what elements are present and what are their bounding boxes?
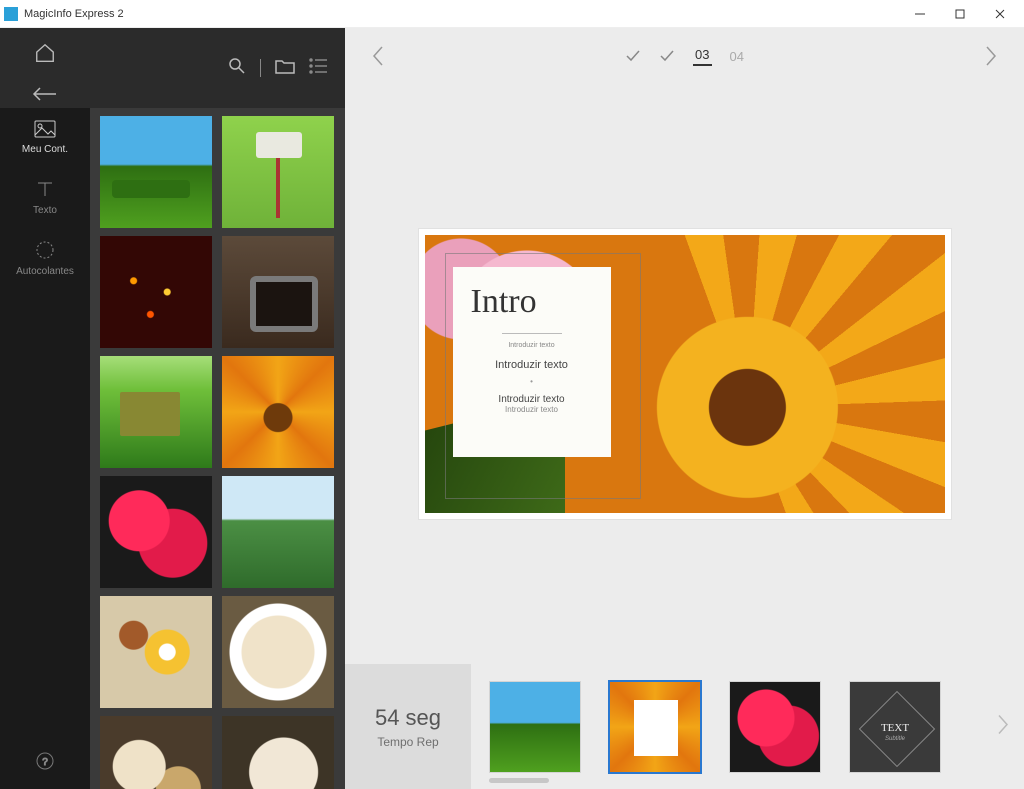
- sidebar-item-label: Autocolantes: [0, 266, 90, 277]
- next-slide-button[interactable]: [980, 45, 1002, 67]
- thumb-title: TITLE: [640, 712, 672, 720]
- thumb-subtitle: SUBTITLE: [640, 728, 672, 734]
- timeline-slide-thumb[interactable]: TEXT Subtitle: [849, 681, 941, 773]
- app-icon: [4, 7, 18, 21]
- asset-grid: [90, 108, 345, 789]
- sidebar-item-label: Meu Cont.: [0, 144, 90, 155]
- check-icon[interactable]: [625, 48, 641, 64]
- slide-text-placeholder[interactable]: Introduzir texto: [465, 405, 599, 414]
- timeline-strip: 54 seg Tempo Rep TITLE SUBTITLE TEXT Sub…: [345, 664, 1024, 789]
- window-title: MagicInfo Express 2: [24, 8, 124, 20]
- timeline-next-icon[interactable]: [996, 713, 1010, 740]
- duration-label: Tempo Rep: [377, 735, 438, 749]
- asset-thumb[interactable]: [100, 476, 212, 588]
- divider: [502, 333, 562, 334]
- sidebar-tab-my-content[interactable]: Meu Cont.: [0, 108, 90, 167]
- canvas-area: 03 04 Intro Introduzir texto In: [345, 28, 1024, 789]
- dot: •: [465, 377, 599, 386]
- timeline-scrollbar[interactable]: [489, 778, 549, 783]
- check-icon[interactable]: [659, 48, 675, 64]
- timeline-slide-thumb[interactable]: [729, 681, 821, 773]
- prev-slide-button[interactable]: [367, 45, 389, 67]
- asset-thumb[interactable]: [100, 116, 212, 228]
- toolbar-separator: [260, 59, 261, 77]
- thumb-subtitle: Subtitle: [850, 736, 940, 742]
- asset-thumb[interactable]: [100, 236, 212, 348]
- folder-icon[interactable]: [275, 58, 295, 79]
- help-icon[interactable]: ?: [36, 752, 54, 775]
- asset-thumb[interactable]: [100, 716, 212, 789]
- window-maximize-button[interactable]: [940, 0, 980, 28]
- text-icon: [0, 179, 90, 199]
- sidebar-item-label: Texto: [0, 205, 90, 216]
- image-icon: [0, 120, 90, 138]
- sticker-icon: [0, 240, 90, 260]
- sidebar-tab-stickers[interactable]: Autocolantes: [0, 228, 90, 289]
- window-titlebar: MagicInfo Express 2: [0, 0, 1024, 28]
- window-close-button[interactable]: [980, 0, 1020, 28]
- asset-thumb[interactable]: [100, 356, 212, 468]
- duration-panel[interactable]: 54 seg Tempo Rep: [345, 664, 471, 789]
- home-icon[interactable]: [34, 42, 56, 69]
- svg-text:?: ?: [42, 757, 48, 768]
- canvas-toolbar: 03 04: [345, 28, 1024, 84]
- slide-text-placeholder[interactable]: Introduzir texto: [465, 342, 599, 349]
- slide-stage[interactable]: Intro Introduzir texto Introduzir texto …: [419, 229, 951, 519]
- sidebar-tab-text[interactable]: Texto: [0, 167, 90, 228]
- thumb-title: TEXT: [850, 722, 940, 734]
- asset-toolbar: [90, 28, 345, 108]
- search-icon[interactable]: [228, 57, 246, 80]
- slide-text-card[interactable]: Intro Introduzir texto Introduzir texto …: [453, 267, 611, 457]
- asset-panel: [90, 28, 345, 789]
- slide-title[interactable]: Intro: [465, 283, 599, 321]
- window-minimize-button[interactable]: [900, 0, 940, 28]
- asset-thumb[interactable]: [222, 356, 334, 468]
- asset-thumb[interactable]: [222, 476, 334, 588]
- asset-thumb[interactable]: [100, 596, 212, 708]
- left-sidebar: Meu Cont. Texto Autocolantes ?: [0, 28, 90, 789]
- slide-text-placeholder[interactable]: Introduzir texto: [465, 359, 599, 371]
- back-arrow-icon[interactable]: [32, 87, 58, 106]
- asset-thumb[interactable]: [222, 116, 334, 228]
- asset-thumb[interactable]: [222, 236, 334, 348]
- asset-thumb[interactable]: [222, 716, 334, 789]
- timeline-slide-thumb[interactable]: [489, 681, 581, 773]
- slide-text-placeholder[interactable]: Introduzir texto: [465, 394, 599, 405]
- list-view-icon[interactable]: [309, 58, 327, 79]
- duration-value: 54 seg: [375, 705, 441, 731]
- asset-thumb[interactable]: [222, 596, 334, 708]
- timeline-slide-thumb[interactable]: TITLE SUBTITLE: [609, 681, 701, 773]
- page-current[interactable]: 03: [693, 47, 711, 66]
- page-total: 04: [730, 49, 744, 64]
